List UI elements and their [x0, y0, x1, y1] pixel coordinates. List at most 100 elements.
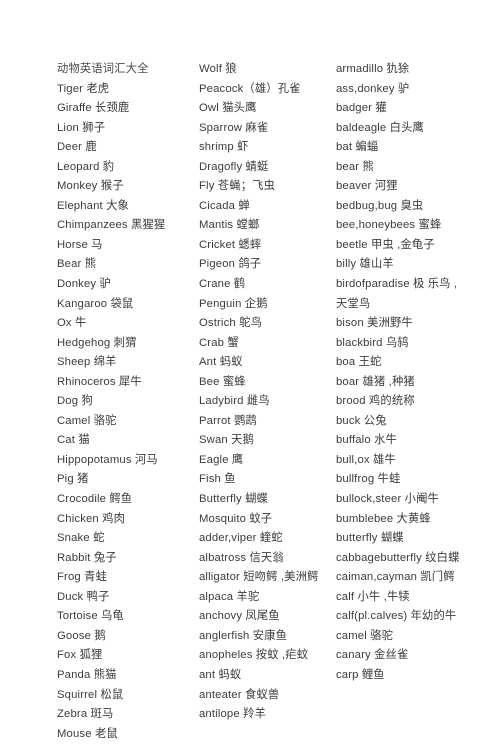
vocabulary-entry: Sheep 绵羊: [57, 356, 117, 369]
vocabulary-entry: Butterfly 蝴蝶: [199, 493, 268, 506]
vocabulary-entry: boa 王蛇: [336, 356, 382, 369]
vocabulary-entry: anopheles 按蚊 ,疟蚊: [199, 649, 309, 662]
vocabulary-entry: Crocodile 鳄鱼: [57, 493, 133, 506]
vocabulary-entry: Panda 熊猫: [57, 668, 117, 681]
vocabulary-entry: carp 鲤鱼: [336, 668, 385, 681]
vocabulary-entry: Rhinoceros 犀牛: [57, 375, 142, 388]
vocabulary-entry: Mouse 老鼠: [57, 727, 118, 740]
vocabulary-entry: ass,donkey 驴: [336, 82, 410, 95]
vocabulary-entry: canary 金丝雀: [336, 649, 409, 662]
vocabulary-entry: Cicada 蝉: [199, 199, 250, 212]
vocabulary-entry: Hedgehog 刺猬: [57, 336, 137, 349]
vocabulary-entry: bison 美洲野牛: [336, 317, 413, 330]
vocabulary-entry: Tortoise 乌龟: [57, 610, 124, 623]
vocabulary-entry: bat 蝙蝠: [336, 141, 379, 154]
vocabulary-entry: anchovy 凤尾鱼: [199, 610, 280, 623]
vocabulary-entry: Ox 牛: [57, 317, 87, 330]
vocabulary-entry: badger 獾: [336, 102, 387, 115]
vocabulary-entry: baldeagle 白头鹰: [336, 121, 424, 134]
vocabulary-entry: birdofparadise 极 乐鸟 ,天堂鸟: [336, 278, 458, 310]
vocabulary-entry: bumblebee 大黄蜂: [336, 512, 431, 525]
vocabulary-entry: Camel 骆驼: [57, 414, 117, 427]
vocabulary-entry: Dragofly 蜻蜓: [199, 160, 269, 173]
vocabulary-entry: Lion 狮子: [57, 121, 106, 134]
vocabulary-entry: Mosquito 蚊子: [199, 512, 273, 525]
vocabulary-entry: Crane 鹤: [199, 278, 246, 291]
vocabulary-entry: anglerfish 安康鱼: [199, 629, 288, 642]
vocabulary-entry: Kangaroo 袋鼠: [57, 297, 134, 310]
vocabulary-entry: cabbagebutterfly 纹白蝶: [336, 551, 460, 564]
vocabulary-entry: Chimpanzees 黑猩猩: [57, 219, 166, 232]
vocabulary-entry: Ladybird 雌鸟: [199, 395, 270, 408]
vocabulary-entry: camel 骆驼: [336, 629, 394, 642]
document-title: 动物英语词汇大全: [57, 63, 149, 75]
vocabulary-entry: Giraffe 长颈鹿: [57, 102, 130, 115]
vocabulary-entry: Peacock（雄）孔雀: [199, 82, 301, 95]
vocabulary-entry: Penguin 企鹅: [199, 297, 268, 310]
vocabulary-entry: Ant 蚂蚁: [199, 356, 243, 369]
vocabulary-entry: Cat 猫: [57, 434, 90, 447]
vocabulary-entry: Parrot 鹦鹉: [199, 414, 257, 427]
vocabulary-entry: Tiger 老虎: [57, 82, 110, 95]
vocabulary-entry: bullock,steer 小阉牛: [336, 493, 439, 506]
vocabulary-entry: buck 公兔: [336, 414, 387, 427]
vocabulary-entry: brood 鸡的统称: [336, 395, 415, 408]
vocabulary-entry: Eagle 鹰: [199, 453, 244, 466]
vocabulary-entry: buffalo 水牛: [336, 434, 397, 447]
vocabulary-entry: alpaca 羊驼: [199, 590, 260, 603]
vocabulary-entry: beetle 甲虫 ,金龟子: [336, 238, 435, 251]
vocabulary-entry: bee,honeybees 蜜蜂: [336, 219, 442, 232]
vocabulary-entry: Pigeon 鸽子: [199, 258, 262, 271]
vocabulary-entry: Cricket 蟋蟀: [199, 238, 262, 251]
vocabulary-entry: billy 雄山羊: [336, 258, 394, 271]
vocabulary-entry: Rabbit 兔子: [57, 551, 117, 564]
vocabulary-entry: Crab 蟹: [199, 336, 239, 349]
vocabulary-entry: Chicken 鸡肉: [57, 512, 126, 525]
vocabulary-column-2: Wolf 狼 Peacock（雄）孔雀 Owl 猫头鹰 Sparrow 麻雀 shrim…: [199, 60, 336, 725]
vocabulary-entry: bedbug,bug 臭虫: [336, 199, 424, 212]
vocabulary-entry: bull,ox 雄牛: [336, 453, 396, 466]
vocabulary-entry: Ostrich 鸵鸟: [199, 317, 263, 330]
vocabulary-column-3: armadillo 犰狳 ass,donkey 驴 badger 獾 baldeagl…: [336, 60, 464, 686]
vocabulary-entry: beaver 河狸: [336, 180, 398, 193]
vocabulary-entry: Bee 蜜蜂: [199, 375, 246, 388]
vocabulary-entry: Owl 猫头鹰: [199, 102, 257, 115]
vocabulary-entry: albatross 信天翁: [199, 551, 284, 564]
vocabulary-entry: Squirrel 松鼠: [57, 688, 124, 701]
vocabulary-entry: Fox 狐狸: [57, 649, 103, 662]
vocabulary-entry: Swan 天鹅: [199, 434, 255, 447]
vocabulary-entry: caiman,cayman 凯门鳄: [336, 571, 455, 584]
vocabulary-entry: Fish 鱼: [199, 473, 236, 486]
document-page: 动物英语词汇大全 Tiger 老虎 Giraffe 长颈鹿 Lion 狮子 Deer 鹿…: [0, 0, 500, 740]
vocabulary-entry: Elephant 大象: [57, 199, 129, 212]
vocabulary-entry: antilope 羚羊: [199, 708, 266, 721]
vocabulary-entry: Bear 熊: [57, 258, 97, 271]
vocabulary-entry: Horse 马: [57, 238, 103, 251]
vocabulary-entry: Donkey 驴: [57, 278, 111, 291]
vocabulary-entry: butterfly 蝴蝶: [336, 532, 404, 545]
vocabulary-entry: Duck 鸭子: [57, 590, 110, 603]
vocabulary-entry: alligator 短吻鳄 ,美洲鳄: [199, 571, 319, 584]
vocabulary-entry: anteater 食蚁兽: [199, 688, 280, 701]
vocabulary-entry: adder,viper 蝰蛇: [199, 532, 283, 545]
vocabulary-entry: Hippopotamus 河马: [57, 453, 158, 466]
vocabulary-content: 动物英语词汇大全 Tiger 老虎 Giraffe 长颈鹿 Lion 狮子 Deer 鹿…: [0, 0, 500, 740]
vocabulary-entry: Mantis 螳螂: [199, 219, 260, 232]
vocabulary-entry: bullfrog 牛蛙: [336, 473, 401, 486]
vocabulary-entry: armadillo 犰狳: [336, 63, 410, 75]
vocabulary-entry: Frog 青蛙: [57, 571, 108, 584]
vocabulary-entry: Leopard 豹: [57, 160, 115, 173]
vocabulary-entry: calf(pl.calves) 年幼的牛: [336, 610, 457, 623]
vocabulary-entry: Zebra 斑马: [57, 708, 114, 721]
vocabulary-entry: Wolf 狼: [199, 63, 237, 75]
vocabulary-entry: Dog 狗: [57, 395, 93, 408]
vocabulary-entry: bear 熊: [336, 160, 374, 173]
vocabulary-entry: ant 蚂蚁: [199, 668, 242, 681]
vocabulary-entry: Goose 鹅: [57, 629, 106, 642]
vocabulary-entry: Deer 鹿: [57, 141, 97, 154]
vocabulary-entry: blackbird 乌鸫: [336, 336, 409, 349]
vocabulary-entry: Monkey 猴子: [57, 180, 124, 193]
vocabulary-entry: Pig 猪: [57, 473, 89, 486]
vocabulary-entry: Fly 苍蝇；飞虫: [199, 180, 276, 193]
vocabulary-entry: Sparrow 麻雀: [199, 121, 269, 134]
